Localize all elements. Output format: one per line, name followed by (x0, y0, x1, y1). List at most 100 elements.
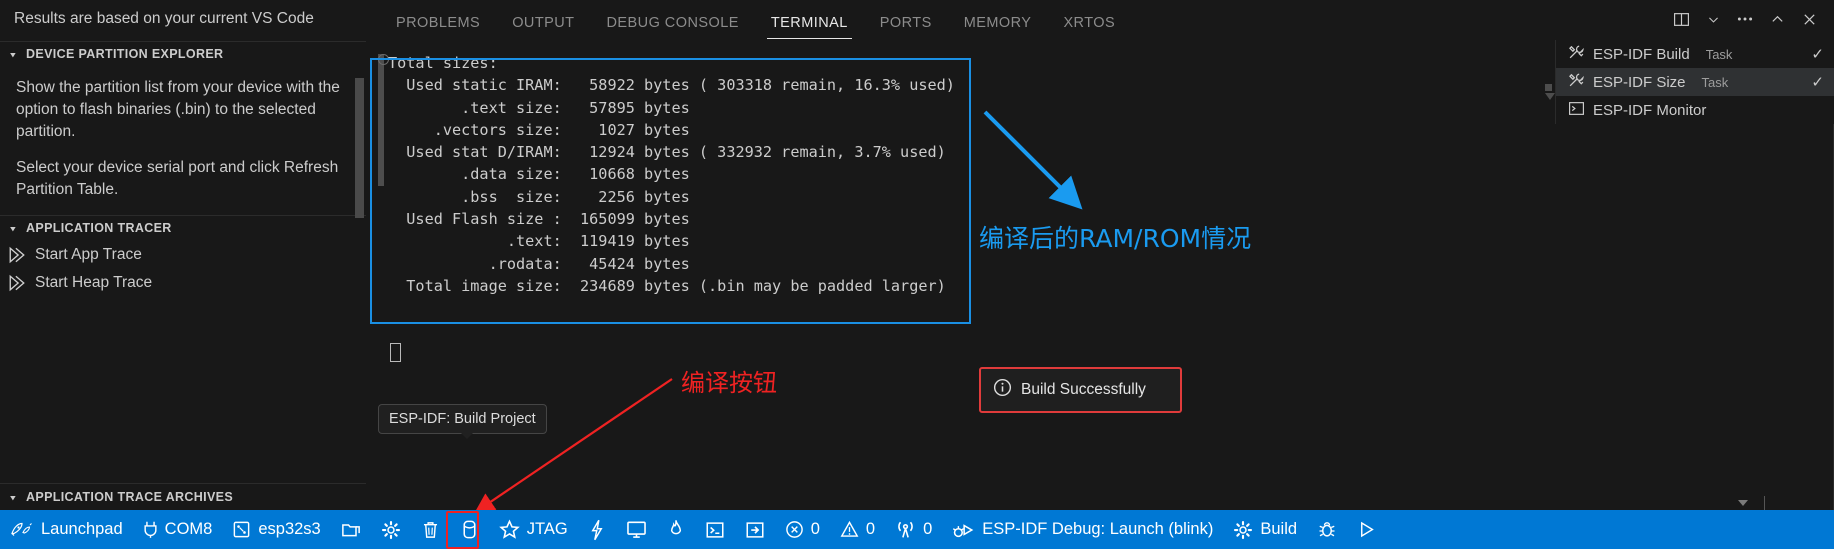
terminal-line: Used stat D/IRAM: 12924 bytes ( 332932 r… (388, 143, 946, 162)
terminal-icon (1568, 100, 1585, 121)
status-warnings[interactable]: 0 (830, 510, 885, 549)
status-target-chip[interactable]: esp32s3 (222, 510, 330, 549)
bottom-panel: PROBLEMS OUTPUT DEBUG CONSOLE TERMINAL P… (366, 0, 1834, 510)
status-label: 0 (810, 520, 820, 538)
build-button-highlight-box (446, 511, 479, 549)
terminal-text: Total sizes: Used static IRAM: 58922 byt… (388, 52, 955, 297)
warning-icon (840, 520, 859, 539)
panel-tab-bar: PROBLEMS OUTPUT DEBUG CONSOLE TERMINAL P… (366, 0, 1834, 40)
split-editor-icon[interactable] (1666, 4, 1696, 34)
status-label: ESP-IDF Debug: Launch (blink) (982, 520, 1214, 538)
sidebar-item-start-app-trace[interactable]: Start App Trace (0, 241, 366, 269)
tab-xrtos[interactable]: XRTOS (1047, 15, 1131, 40)
terminal-line: Total sizes: (388, 54, 498, 72)
more-actions-icon[interactable] (1730, 4, 1760, 34)
error-icon (785, 520, 804, 539)
task-name: ESP-IDF Monitor (1593, 101, 1707, 119)
sidebar-item-start-heap-trace[interactable]: Start Heap Trace (0, 269, 366, 297)
tab-output[interactable]: OUTPUT (496, 15, 590, 40)
status-build-flash-monitor[interactable] (657, 510, 695, 549)
status-flash[interactable] (578, 510, 616, 549)
tab-terminal[interactable]: TERMINAL (755, 15, 864, 40)
status-qemu[interactable] (735, 510, 775, 549)
close-icon[interactable] (1794, 4, 1824, 34)
terminal-split-handle[interactable] (1545, 84, 1555, 100)
terminal-tab-esp-idf-monitor[interactable]: ESP-IDF Monitor (1556, 96, 1834, 124)
folder-open-icon (341, 520, 361, 540)
status-label: esp32s3 (258, 520, 321, 538)
status-monitor[interactable] (616, 510, 657, 549)
terminal-cursor (390, 343, 401, 362)
panel-caret-icon (1738, 500, 1748, 506)
terminal-tab-esp-idf-size[interactable]: ESP-IDF Size Task ✓ (1556, 68, 1834, 96)
tab-memory[interactable]: MEMORY (948, 15, 1048, 40)
tab-ports[interactable]: PORTS (864, 15, 948, 40)
radio-tower-icon (895, 520, 916, 539)
debug-alt-icon (952, 520, 975, 540)
status-jtag-flash[interactable]: JTAG (489, 510, 578, 549)
panel-vertical-rule (1764, 496, 1765, 510)
check-icon: ✓ (1811, 74, 1824, 91)
item-label: Start App Trace (35, 245, 142, 263)
status-label: JTAG (526, 520, 568, 538)
chevron-down-icon: ▾ (10, 50, 16, 60)
status-label: Build (1260, 520, 1298, 538)
status-ports[interactable]: 0 (885, 510, 942, 549)
chevron-down-icon[interactable] (1698, 4, 1728, 34)
status-build-task[interactable]: Build (1223, 510, 1307, 549)
tab-problems[interactable]: PROBLEMS (380, 15, 496, 40)
terminal-line: .data size: 10668 bytes (388, 165, 690, 184)
chevron-down-icon: ▾ (10, 224, 16, 234)
rocket-icon (10, 520, 34, 539)
status-open-folder[interactable] (331, 510, 371, 549)
annotation-ram-rom-label: 编译后的RAM/ROM情况 (979, 224, 1252, 253)
terminal-line: Used Flash size : 165099 bytes (388, 210, 690, 229)
terminal-tab-esp-idf-build[interactable]: ESP-IDF Build Task ✓ (1556, 40, 1834, 68)
task-type: Task (1701, 74, 1729, 90)
panel-action-bar (1666, 4, 1824, 34)
status-debug[interactable] (1307, 510, 1347, 549)
tooltip-build-project: ESP-IDF: Build Project (378, 404, 547, 439)
status-run[interactable] (1347, 510, 1386, 549)
device-partition-explorer-body: Show the partition list from your device… (0, 67, 366, 215)
status-errors[interactable]: 0 (775, 510, 830, 549)
terminal-scrollbar[interactable] (378, 54, 384, 186)
status-serial-port[interactable]: COM8 (133, 510, 223, 549)
status-launchpad[interactable]: Launchpad (0, 510, 133, 549)
status-label: 0 (865, 520, 876, 538)
trash-icon (421, 520, 440, 540)
check-icon: ✓ (1811, 46, 1824, 63)
arrow-in-box-icon (745, 520, 765, 540)
terminal-line: .rodata: 45424 bytes (388, 254, 690, 273)
sidebar-scrollbar[interactable] (355, 78, 364, 218)
sidebar-section-application-trace-archives[interactable]: ▾ APPLICATION TRACE ARCHIVES (0, 483, 378, 510)
status-open-terminal[interactable] (695, 510, 735, 549)
terminal-line: Total image size: 234689 bytes (.bin may… (388, 276, 946, 295)
notification-text: Build Successfully (1021, 381, 1146, 398)
terminal-output[interactable]: Total sizes: Used static IRAM: 58922 byt… (370, 40, 1556, 510)
terminal-line: .text size: 57895 bytes (388, 98, 690, 117)
notification-build-successfully[interactable]: Build Successfully (979, 367, 1182, 413)
chip-icon (232, 520, 251, 539)
paragraph: Select your device serial port and click… (16, 158, 339, 198)
terminal-line: .vectors size: 1027 bytes (388, 120, 690, 139)
monitor-icon (626, 520, 647, 539)
tools-icon (1568, 44, 1585, 65)
item-label: Start Heap Trace (35, 273, 153, 291)
status-fullclean[interactable] (411, 510, 450, 549)
bug-icon (1317, 520, 1337, 540)
status-sdkconfig[interactable] (371, 510, 411, 549)
task-type: Task (1705, 46, 1733, 62)
chevron-up-icon[interactable] (1762, 4, 1792, 34)
double-arrow-icon (8, 274, 26, 292)
play-icon (1357, 520, 1376, 539)
sidebar-section-application-tracer[interactable]: ▾ APPLICATION TRACER (0, 216, 366, 241)
tab-debug-console[interactable]: DEBUG CONSOLE (591, 15, 755, 40)
status-label: COM8 (164, 520, 213, 538)
status-debug-launch[interactable]: ESP-IDF Debug: Launch (blink) (942, 510, 1223, 549)
terminal-line: .bss size: 2256 bytes (388, 187, 690, 206)
sidebar: Results are based on your current VS Cod… (0, 0, 367, 510)
plug-icon (143, 520, 158, 539)
task-name: ESP-IDF Size (1593, 73, 1686, 91)
sidebar-section-device-partition-explorer[interactable]: ▾ DEVICE PARTITION EXPLORER (0, 42, 366, 67)
